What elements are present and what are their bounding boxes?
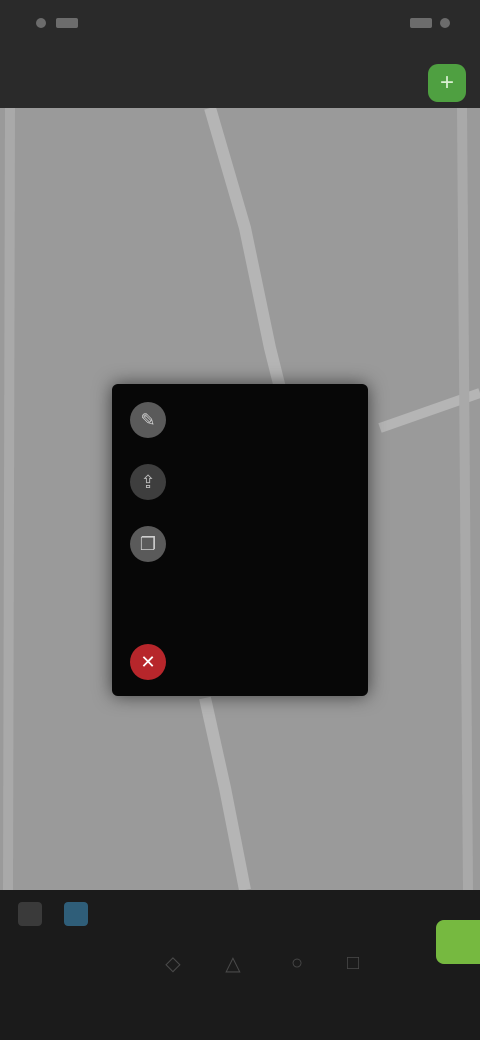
share-icon: ⇪ <box>130 464 166 500</box>
add-icon: + <box>439 69 454 96</box>
tool-b-icon[interactable]: △ <box>218 948 248 978</box>
add-button[interactable]: + <box>428 64 466 102</box>
toolbar-row: ◇ △ ○ □ <box>0 948 480 978</box>
tool-d-icon[interactable]: □ <box>338 948 368 978</box>
bottom-toolbar: ◇ △ ○ □ <box>0 890 480 1040</box>
tool-c-icon[interactable]: ○ <box>282 948 312 978</box>
menu-item-share[interactable]: ⇪ <box>112 452 368 512</box>
battery-icon <box>440 18 450 28</box>
app-header: + <box>0 56 480 108</box>
tool-a-icon[interactable]: ◇ <box>158 948 188 978</box>
record-icon <box>36 18 46 28</box>
road-south <box>199 696 251 890</box>
status-left <box>36 18 78 28</box>
road-edge-east <box>457 108 473 890</box>
location-icon[interactable] <box>64 902 88 926</box>
menu-item-edit[interactable]: ✎ <box>112 390 368 450</box>
context-menu: ✎ ⇪ ❐ ✕ <box>112 384 368 696</box>
status-bar <box>0 0 480 56</box>
road-west <box>3 108 15 890</box>
signal-icon <box>56 18 78 28</box>
road-north <box>204 108 291 410</box>
delete-icon: ✕ <box>130 644 166 680</box>
status-right <box>402 18 450 28</box>
menu-item-copy[interactable]: ❐ <box>112 514 368 574</box>
app-screen: + ✎ ⇪ ❐ ✕ ◇ △ ○ □ <box>0 0 480 1040</box>
wifi-icon <box>410 18 432 28</box>
layers-icon[interactable] <box>18 902 42 926</box>
copy-icon: ❐ <box>130 526 166 562</box>
menu-item-option[interactable] <box>112 574 368 634</box>
edit-icon: ✎ <box>130 402 166 438</box>
menu-item-delete[interactable]: ✕ <box>112 632 368 692</box>
